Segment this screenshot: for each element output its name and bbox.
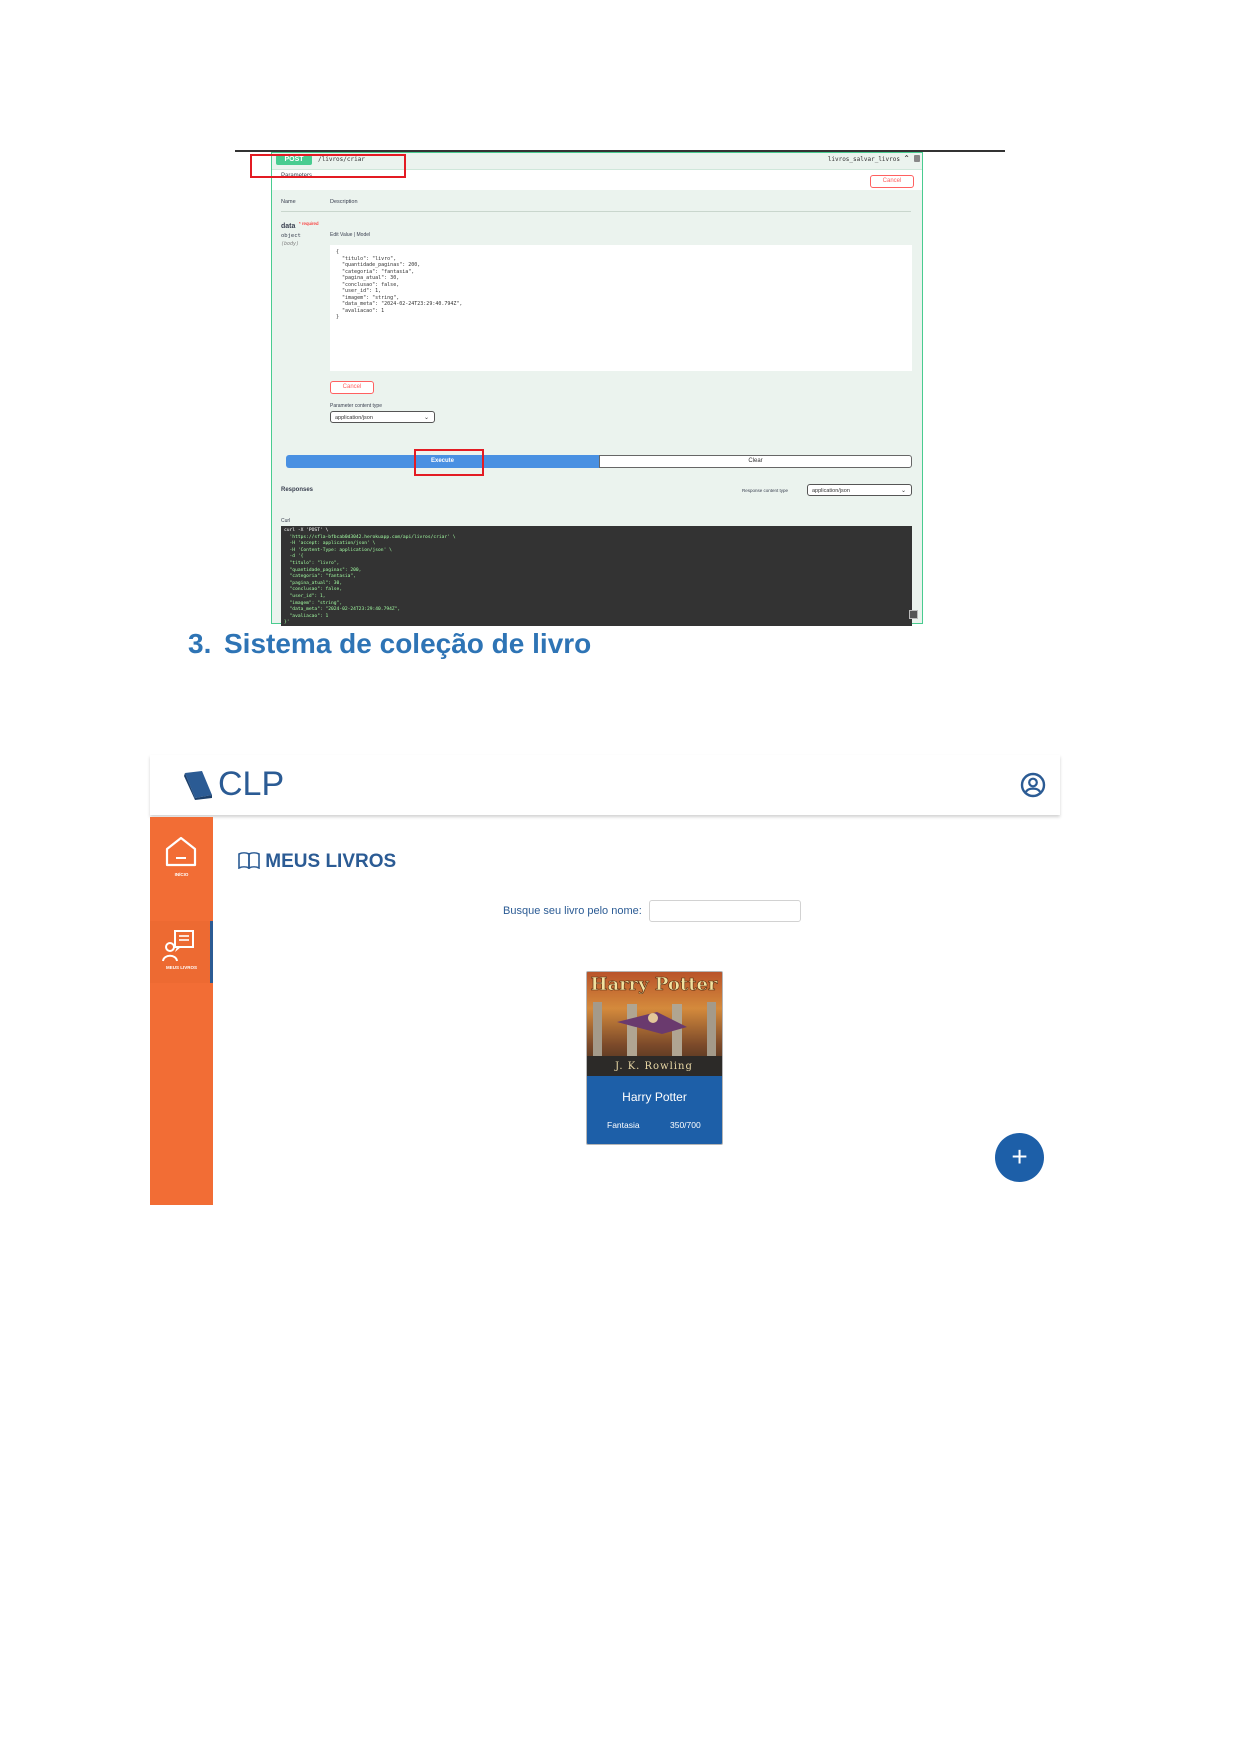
curl-code-block: curl -X 'POST' \ 'https://sfla-bfbcab0d3… — [281, 526, 912, 626]
required-marker: * required — [299, 221, 319, 226]
param-location: (body) — [281, 241, 300, 247]
book-category: Fantasia — [607, 1120, 640, 1130]
curl-command-body: 'https://sfla-bfbcab0d3042.herokuapp.com… — [284, 534, 456, 626]
response-content-type-value: application/json — [812, 488, 850, 494]
divider — [281, 211, 911, 212]
param-content-type-value: application/json — [335, 415, 373, 421]
my-books-icon — [160, 927, 200, 968]
lock-icon[interactable] — [914, 155, 920, 162]
responses-title: Responses — [281, 487, 314, 493]
column-description-header: Description — [330, 199, 358, 205]
book-card[interactable]: Harry Potter J. K. Rowling Harry Potter … — [586, 971, 723, 1145]
sidebar-item-label: INÍCIO — [174, 872, 189, 877]
open-book-icon — [238, 852, 260, 870]
param-content-type-label: Parameter content type — [330, 403, 382, 409]
page-title-text: MEUS LIVROS — [265, 851, 397, 872]
top-bar: CLP — [150, 755, 1060, 815]
logo-text[interactable]: CLP — [218, 765, 284, 804]
cover-author: J. K. Rowling — [614, 1061, 693, 1072]
param-content-type-select[interactable]: application/json ⌄ — [330, 411, 435, 423]
response-content-type-label: Response content type — [742, 488, 789, 493]
column-name-header: Name — [281, 199, 296, 205]
edit-value-model-tabs[interactable]: Edit Value | Model — [330, 232, 370, 238]
search-input[interactable] — [649, 900, 801, 922]
operation-id: livros_salvar_livros — [827, 156, 900, 163]
cancel-edit-button[interactable]: Cancel — [330, 381, 374, 394]
home-icon — [163, 835, 199, 874]
plus-icon: + — [1011, 1141, 1028, 1172]
highlight-endpoint-box — [250, 154, 406, 178]
sidebar-item-meus-livros[interactable]: MEUS LIVROS — [150, 921, 213, 983]
book-progress: 350/700 — [670, 1120, 701, 1130]
add-book-button[interactable]: + — [995, 1133, 1044, 1182]
request-body-textarea[interactable]: { "titulo": "livro", "quantidade_paginas… — [330, 245, 912, 371]
active-indicator — [210, 921, 213, 983]
book-cover-image: Harry Potter J. K. Rowling — [587, 972, 722, 1076]
param-type: object — [281, 233, 301, 239]
operation-block: POST /livros/criar livros_salvar_livros … — [271, 152, 923, 626]
param-name: data — [281, 223, 296, 230]
clear-button[interactable]: Clear — [599, 455, 912, 468]
chevron-down-icon: ⌄ — [423, 415, 429, 421]
swagger-screenshot: POST /livros/criar livros_salvar_livros … — [235, 150, 1005, 628]
user-account-icon[interactable] — [1020, 772, 1046, 803]
section-number: 3. — [188, 628, 212, 659]
highlight-execute-box — [414, 449, 484, 476]
sidebar: INÍCIO MEUS LIVROS — [150, 817, 213, 1205]
page-title: MEUS LIVROS — [238, 851, 396, 873]
curl-command-line: curl -X 'POST' \ — [284, 528, 329, 533]
section-heading: 3. Sistema de coleção de livro — [188, 628, 591, 660]
curl-label: Curl — [281, 518, 291, 524]
search-label: Busque seu livro pelo nome: — [503, 905, 642, 917]
book-logo-icon[interactable] — [182, 769, 214, 806]
chevron-up-icon[interactable]: ⌃ — [903, 154, 910, 163]
copy-icon[interactable] — [909, 610, 918, 619]
cancel-button[interactable]: Cancel — [870, 175, 914, 188]
book-title: Harry Potter — [622, 1090, 687, 1104]
chevron-down-icon: ⌄ — [900, 488, 906, 494]
cover-title: Harry Potter — [591, 974, 719, 995]
response-content-type-select[interactable]: application/json ⌄ — [807, 484, 912, 496]
clp-app-screenshot: CLP INÍCIO MEUS LIVROS MEUS LIVROS Busqu… — [150, 755, 1060, 1205]
sidebar-item-inicio[interactable]: INÍCIO — [150, 829, 213, 899]
section-title: Sistema de coleção de livro — [224, 628, 592, 659]
sidebar-item-label: MEUS LIVROS — [165, 965, 197, 970]
